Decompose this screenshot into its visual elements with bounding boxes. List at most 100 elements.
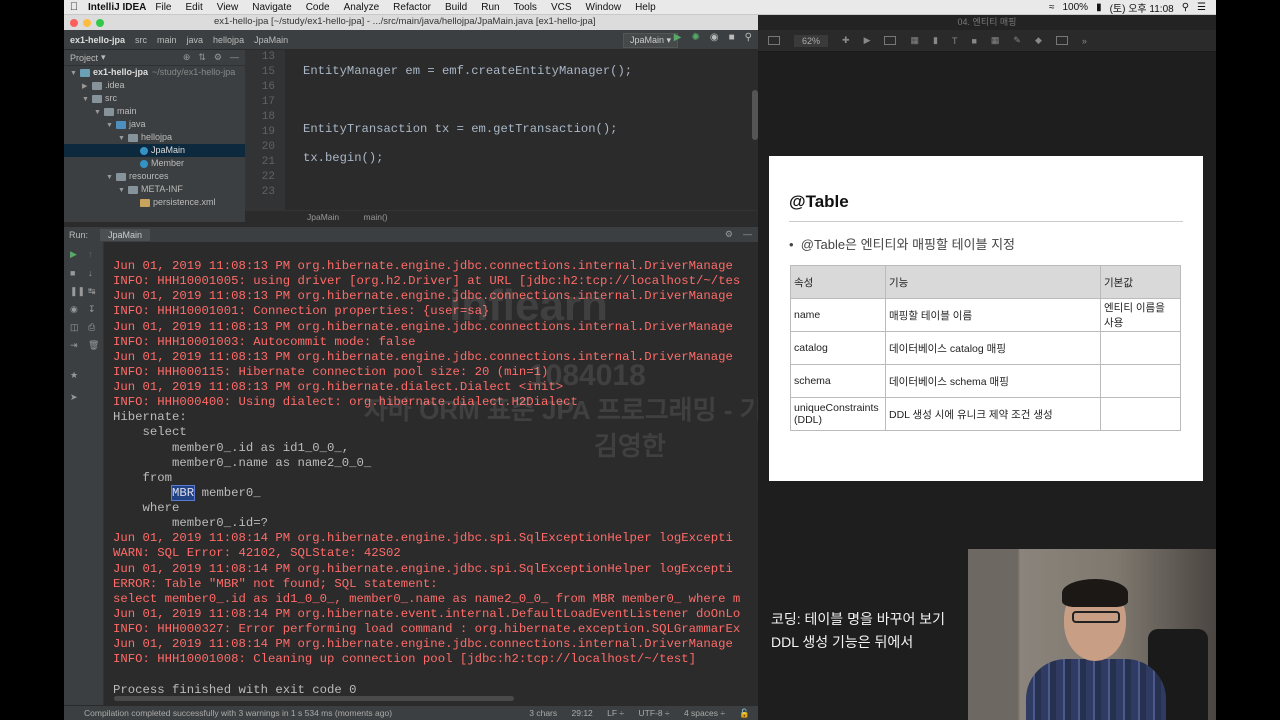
pause-icon[interactable]: ❚❚ <box>70 286 85 297</box>
console-output[interactable]: Jun 01, 2019 11:08:13 PM org.hibernate.e… <box>104 242 758 705</box>
rerun-icon[interactable]: ▶ <box>70 249 77 260</box>
tree-item-java[interactable]: ▼ java <box>64 118 245 131</box>
keynote-live-icon[interactable] <box>884 36 897 45</box>
spotlight-icon[interactable]: ⚲ <box>1182 2 1189 13</box>
breadcrumb-main[interactable]: main <box>157 35 177 45</box>
breadcrumb-jpamain[interactable]: JpaMain <box>254 35 288 45</box>
stop-icon[interactable]: ■ <box>729 32 735 43</box>
document-icon[interactable] <box>1055 36 1068 45</box>
exit-icon[interactable]: ⇥ <box>70 340 78 351</box>
caret-position[interactable]: 29:12 <box>572 708 593 718</box>
scroll-end-icon[interactable]: ↧ <box>88 304 96 315</box>
soft-wrap-icon[interactable]: ↹ <box>88 286 96 297</box>
print-icon[interactable]: ⎙ <box>88 322 95 333</box>
clear-all-icon[interactable]: 🗑 <box>88 340 99 351</box>
tree-item-resources[interactable]: ▼ resources <box>64 170 245 183</box>
keynote-title: 04. 엔티티 매핑 <box>758 15 1216 30</box>
breadcrumb-hellojpa[interactable]: hellojpa <box>213 35 244 45</box>
add-slide-icon[interactable]: ✚ <box>842 35 850 46</box>
tree-item-ex1-hello-jpa[interactable]: ▼ ex1-hello-jpa ~/study/ex1-hello-jpa <box>64 66 245 79</box>
format-icon[interactable]: ✎ <box>1013 35 1021 46</box>
run-hide-icon[interactable]: — <box>743 229 752 240</box>
menu-vcs[interactable]: VCS <box>551 2 572 13</box>
console-line: member0_.id as id1_0_0_, <box>113 440 350 455</box>
battery-icon[interactable]: ▮ <box>1096 2 1102 13</box>
code-editor[interactable]: 13 15 16 17 18 19 20 21 22 23 EntityMana… <box>245 50 758 222</box>
indent-setting[interactable]: 4 spaces ÷ <box>684 708 725 718</box>
breadcrumb-src[interactable]: src <box>135 35 147 45</box>
collapse-icon[interactable]: ⇅ <box>198 52 206 63</box>
slide-canvas[interactable]: @Table • @Table은 엔티티와 매핑할 테이블 지정 속성 기능 기… <box>769 156 1203 481</box>
battery-text[interactable]: 100% <box>1063 2 1089 13</box>
restore-layout-icon[interactable]: ◫ <box>70 322 79 333</box>
stop-run-icon[interactable]: ■ <box>70 268 75 278</box>
close-window-icon[interactable] <box>70 18 78 27</box>
menu-view[interactable]: View <box>217 2 239 13</box>
run-tab-jpamain[interactable]: JpaMain <box>100 228 151 241</box>
text-icon[interactable]: T <box>952 36 958 46</box>
view-icon[interactable] <box>768 36 780 45</box>
menu-navigate[interactable]: Navigate <box>252 2 291 13</box>
run-icon[interactable]: ▶ <box>674 32 682 43</box>
menu-window[interactable]: Window <box>586 2 622 13</box>
tree-item-persistence-xml[interactable]: persistence.xml <box>64 196 245 209</box>
run-configuration-select[interactable]: JpaMain ▾ <box>622 33 678 48</box>
tree-item-src[interactable]: ▼ src <box>64 92 245 105</box>
scroll-down-icon[interactable]: ↓ <box>88 268 93 278</box>
animate-icon[interactable]: ◆ <box>1035 35 1042 46</box>
tree-item-meta-inf[interactable]: ▼ META-INF <box>64 183 245 196</box>
editor-breadcrumb-class[interactable]: JpaMain <box>307 212 339 222</box>
menu-tools[interactable]: Tools <box>514 2 537 13</box>
app-menu[interactable]: IntelliJ IDEA <box>88 2 146 13</box>
project-view-select[interactable]: Project <box>70 53 98 63</box>
shape-icon[interactable]: ■ <box>971 36 976 46</box>
breadcrumb-project[interactable]: ex1-hello-jpa <box>70 35 125 45</box>
tree-item-main[interactable]: ▼ main <box>64 105 245 118</box>
tree-item-member[interactable]: Member <box>64 157 245 170</box>
zoom-select[interactable]: 62% <box>794 34 829 47</box>
tree-item-idea[interactable]: ▶ .idea <box>64 79 245 92</box>
media-icon[interactable]: ▦ <box>991 35 1000 46</box>
chart-icon[interactable]: ▮ <box>933 35 938 46</box>
code-lines[interactable]: EntityManager em = emf.createEntityManag… <box>303 50 758 210</box>
search-icon[interactable]: ⚲ <box>745 32 752 43</box>
settings-gear-icon[interactable]: ⚙ <box>214 52 222 63</box>
tree-item-hellojpa[interactable]: ▼ hellojpa <box>64 131 245 144</box>
line-separator[interactable]: LF ÷ <box>607 708 624 718</box>
coverage-icon[interactable]: ◉ <box>710 32 719 43</box>
zoom-window-icon[interactable] <box>96 18 104 27</box>
clock[interactable]: (토) 오후 11:08 <box>1110 0 1174 15</box>
hide-icon[interactable]: — <box>230 52 239 63</box>
table-icon[interactable]: ▦ <box>910 35 919 46</box>
menu-code[interactable]: Code <box>306 2 330 13</box>
breadcrumb-java[interactable]: java <box>187 35 204 45</box>
minimize-window-icon[interactable] <box>83 18 91 27</box>
menu-file[interactable]: File <box>155 2 171 13</box>
camera-icon[interactable]: ◉ <box>70 304 78 315</box>
lock-icon[interactable]: 🔓 <box>739 708 750 718</box>
menu-refactor[interactable]: Refactor <box>393 2 431 13</box>
menu-analyze[interactable]: Analyze <box>344 2 380 13</box>
play-icon[interactable]: ▶ <box>864 35 871 46</box>
notification-icon[interactable]: ☰ <box>1197 2 1206 13</box>
debug-icon[interactable]: ✺ <box>692 32 700 43</box>
scroll-up-icon[interactable]: ↑ <box>88 249 93 259</box>
menu-edit[interactable]: Edit <box>185 2 202 13</box>
locate-icon[interactable]: ⊕ <box>183 52 191 63</box>
status-message[interactable]: Compilation completed successfully with … <box>84 708 392 718</box>
pin-icon[interactable]: ★ <box>70 370 78 381</box>
menu-run[interactable]: Run <box>481 2 499 13</box>
menu-build[interactable]: Build <box>445 2 467 13</box>
more-icon[interactable]: » <box>1082 36 1087 46</box>
pin-tab-icon[interactable]: ➤ <box>70 392 78 403</box>
tree-item-jpamain[interactable]: JpaMain <box>64 144 245 157</box>
apple-icon[interactable]:  <box>64 1 84 13</box>
run-settings-gear-icon[interactable]: ⚙ <box>725 229 733 240</box>
console-line: Jun 01, 2019 11:08:14 PM org.hibernate.e… <box>113 531 733 546</box>
file-encoding[interactable]: UTF-8 ÷ <box>638 708 669 718</box>
menu-help[interactable]: Help <box>635 2 656 13</box>
editor-breadcrumb-method[interactable]: main() <box>364 212 388 222</box>
selected-table-name[interactable]: MBR <box>171 484 196 501</box>
wifi-icon[interactable]: ≈ <box>1049 2 1055 13</box>
table-header: 기본값 <box>1100 265 1181 299</box>
